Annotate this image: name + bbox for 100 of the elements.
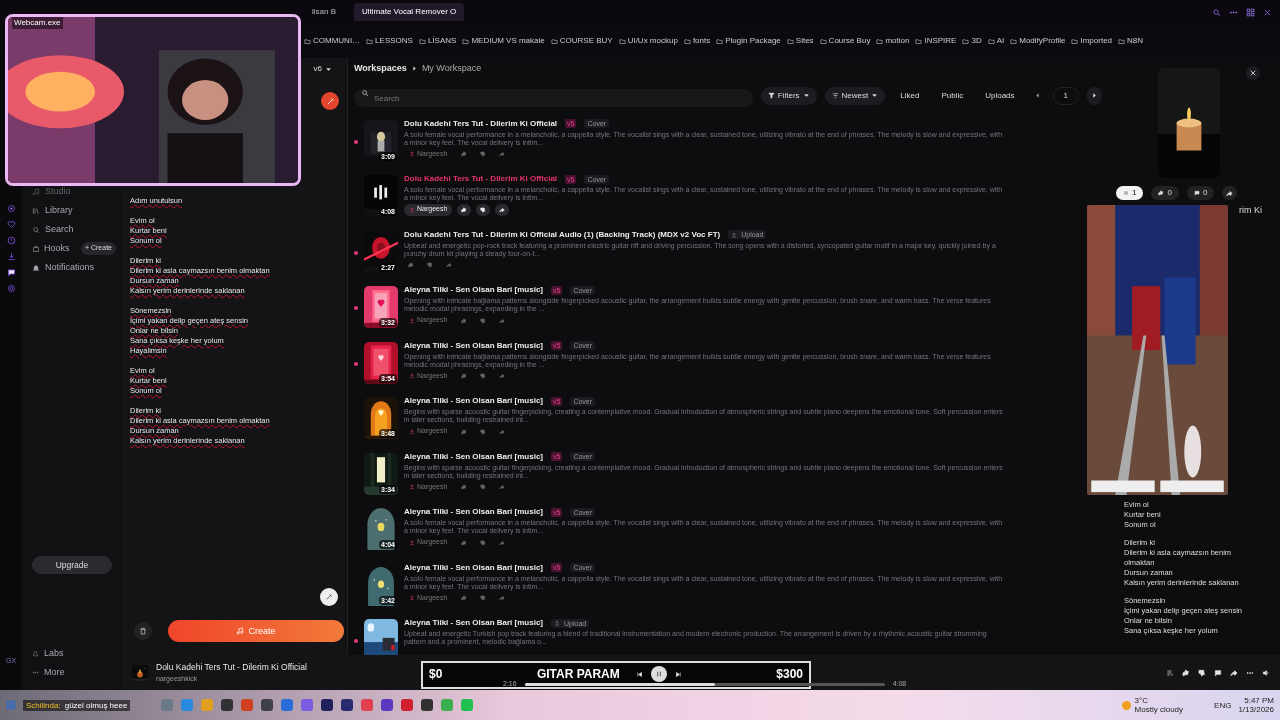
temperature: 3°C: [1134, 696, 1150, 705]
share-icon: [499, 428, 506, 435]
sidebar-item[interactable]: Notifications: [32, 258, 116, 277]
filter-dropdown[interactable]: Filters: [760, 86, 817, 105]
song-title[interactable]: Aleyna Tilki - Sen Olsan Bari [music]: [404, 395, 543, 407]
bookmark[interactable]: COMMUNI…: [304, 35, 361, 47]
expand-button[interactable]: [320, 588, 338, 606]
version-dropdown[interactable]: v6: [306, 62, 339, 76]
folder-icon: [462, 37, 470, 45]
queue-icon[interactable]: [1166, 668, 1174, 677]
song-title[interactable]: Aleyna Tilki - Sen Olsan Bari [music]: [404, 506, 543, 518]
chat-username: Schilinda:: [26, 700, 61, 710]
taskbar-app-icon[interactable]: [381, 699, 394, 711]
dislike-button[interactable]: [476, 203, 491, 216]
filter-button[interactable]: Uploads: [978, 86, 1022, 105]
like-button[interactable]: [457, 203, 472, 216]
bookmark[interactable]: AI: [987, 35, 1005, 47]
stat-button[interactable]: 0: [1151, 186, 1179, 200]
song-title: rim Ki: [1239, 204, 1262, 217]
filter-dropdown[interactable]: Newest: [824, 86, 886, 105]
bookmark[interactable]: fonts: [683, 35, 711, 47]
previous-icon[interactable]: [635, 670, 643, 678]
thumbs-down-icon[interactable]: [1198, 668, 1206, 677]
share-button[interactable]: [495, 203, 510, 216]
search-icon[interactable]: [1212, 7, 1221, 17]
breadcrumb-link[interactable]: Workspaces: [354, 62, 407, 76]
bookmark[interactable]: motion: [876, 35, 910, 47]
song-title[interactable]: Aleyna Tilki - Sen Olsan Bari [music]: [404, 561, 543, 574]
language-indicator[interactable]: ENG: [1214, 700, 1232, 710]
pause-button[interactable]: [650, 666, 667, 682]
clock-icon[interactable]: [6, 236, 16, 245]
search-field[interactable]: Search: [354, 89, 753, 107]
chat-icon[interactable]: [6, 268, 16, 277]
sidebar-item[interactable]: Labs: [32, 644, 116, 663]
bookmark[interactable]: COURSE BUY: [550, 35, 613, 47]
stat-button[interactable]: 1: [1116, 186, 1144, 200]
sidebar-item[interactable]: Search: [32, 220, 116, 239]
sidebar-item[interactable]: Library: [32, 201, 116, 220]
taskbar-app-icon[interactable]: [341, 699, 354, 711]
bookmark[interactable]: LİSANS: [418, 35, 457, 47]
song-title[interactable]: Dolu Kadehi Ters Tut - Dilerim Ki Official: [404, 173, 558, 185]
record-icon[interactable]: [6, 204, 16, 213]
next-page-button[interactable]: [1087, 86, 1102, 105]
chat-message: güzel olmuş heee: [64, 700, 128, 710]
share-icon: [499, 151, 506, 158]
bookmark[interactable]: MEDIUM VS makale: [462, 35, 545, 47]
grid-icon[interactable]: [1246, 7, 1255, 17]
thumbs-up-icon[interactable]: [1182, 668, 1190, 677]
bookmark[interactable]: UI/Ux mockup: [618, 35, 678, 47]
bookmark[interactable]: ModifyProfile: [1010, 35, 1066, 47]
stat-button[interactable]: 0: [1186, 186, 1215, 200]
comment-icon[interactable]: [1214, 668, 1222, 677]
volume-icon[interactable]: [1262, 668, 1270, 677]
chevron-icon: [1091, 92, 1098, 99]
thumbs-up-icon: [408, 262, 414, 269]
music-icon: [236, 627, 245, 635]
heart-icon[interactable]: [6, 220, 16, 229]
bookmark[interactable]: Plugin Package: [716, 35, 781, 47]
taskbar-app-icon[interactable]: [261, 699, 274, 711]
song-title[interactable]: Aleyna Tilki - Sen Olsan Bari [music]: [404, 284, 543, 296]
taskbar-app-icon[interactable]: [321, 699, 334, 711]
track-title[interactable]: Dolu Kadehi Ters Tut - Dilerim Ki Official: [156, 660, 307, 674]
bookmark[interactable]: Sites: [786, 35, 814, 47]
trash-button[interactable]: [134, 622, 152, 640]
song-title[interactable]: Aleyna Tilki - Sen Olsan Bari [music]: [404, 450, 543, 463]
song-title[interactable]: Aleyna Tilki - Sen Olsan Bari [music]: [404, 339, 543, 352]
upgrade-button[interactable]: Upgrade: [32, 556, 112, 574]
bookmark[interactable]: Course Buy: [819, 35, 871, 47]
bookmark[interactable]: LESSONS: [366, 35, 413, 47]
next-icon[interactable]: [674, 670, 682, 678]
close-icon[interactable]: [1263, 7, 1272, 17]
sidebar-item[interactable]: Hooks: [32, 241, 70, 256]
bookmark[interactable]: INSPIRE: [915, 35, 957, 47]
bookmark[interactable]: N8N: [1118, 35, 1144, 47]
thumbs-up-icon: [461, 206, 468, 213]
magic-button[interactable]: [321, 92, 339, 110]
download-icon[interactable]: [6, 252, 16, 261]
share-button[interactable]: [1222, 186, 1238, 200]
taskbar-app-icon[interactable]: [421, 699, 434, 711]
filter-button[interactable]: Liked: [893, 86, 927, 105]
settings-icon[interactable]: [6, 284, 16, 293]
thumbs-up-icon: [461, 595, 468, 602]
taskbar-app-icon[interactable]: [221, 699, 234, 711]
avatar-icon: [409, 484, 415, 491]
sidebar-item[interactable]: More: [32, 663, 116, 682]
song-title[interactable]: Dolu Kadehi Ters Tut - Dilerim Ki Official Audio (1) (Backing Track) (MDX v2 Voc FT): [404, 228, 721, 241]
song-title[interactable]: Aleyna Tilki - Sen Olsan Bari [music]: [404, 617, 543, 629]
filter-button[interactable]: Public: [934, 86, 971, 105]
close-button[interactable]: [1246, 66, 1260, 80]
chevron-icon: [410, 65, 418, 73]
share-icon[interactable]: [1230, 668, 1238, 677]
bookmark[interactable]: Imported: [1071, 35, 1113, 47]
song-title[interactable]: Dolu Kadehi Ters Tut - Dilerim Ki Official: [404, 117, 558, 130]
browser-tab[interactable]: Ultimate Vocal Remover O: [354, 3, 465, 21]
bookmark[interactable]: 3D: [962, 35, 982, 47]
upload-icon: [554, 620, 560, 626]
thumbs-up-icon: [461, 151, 468, 158]
browser-tab[interactable]: lisan B: [304, 3, 344, 21]
folder-icon: [876, 37, 884, 45]
caret-icon: [325, 65, 332, 73]
